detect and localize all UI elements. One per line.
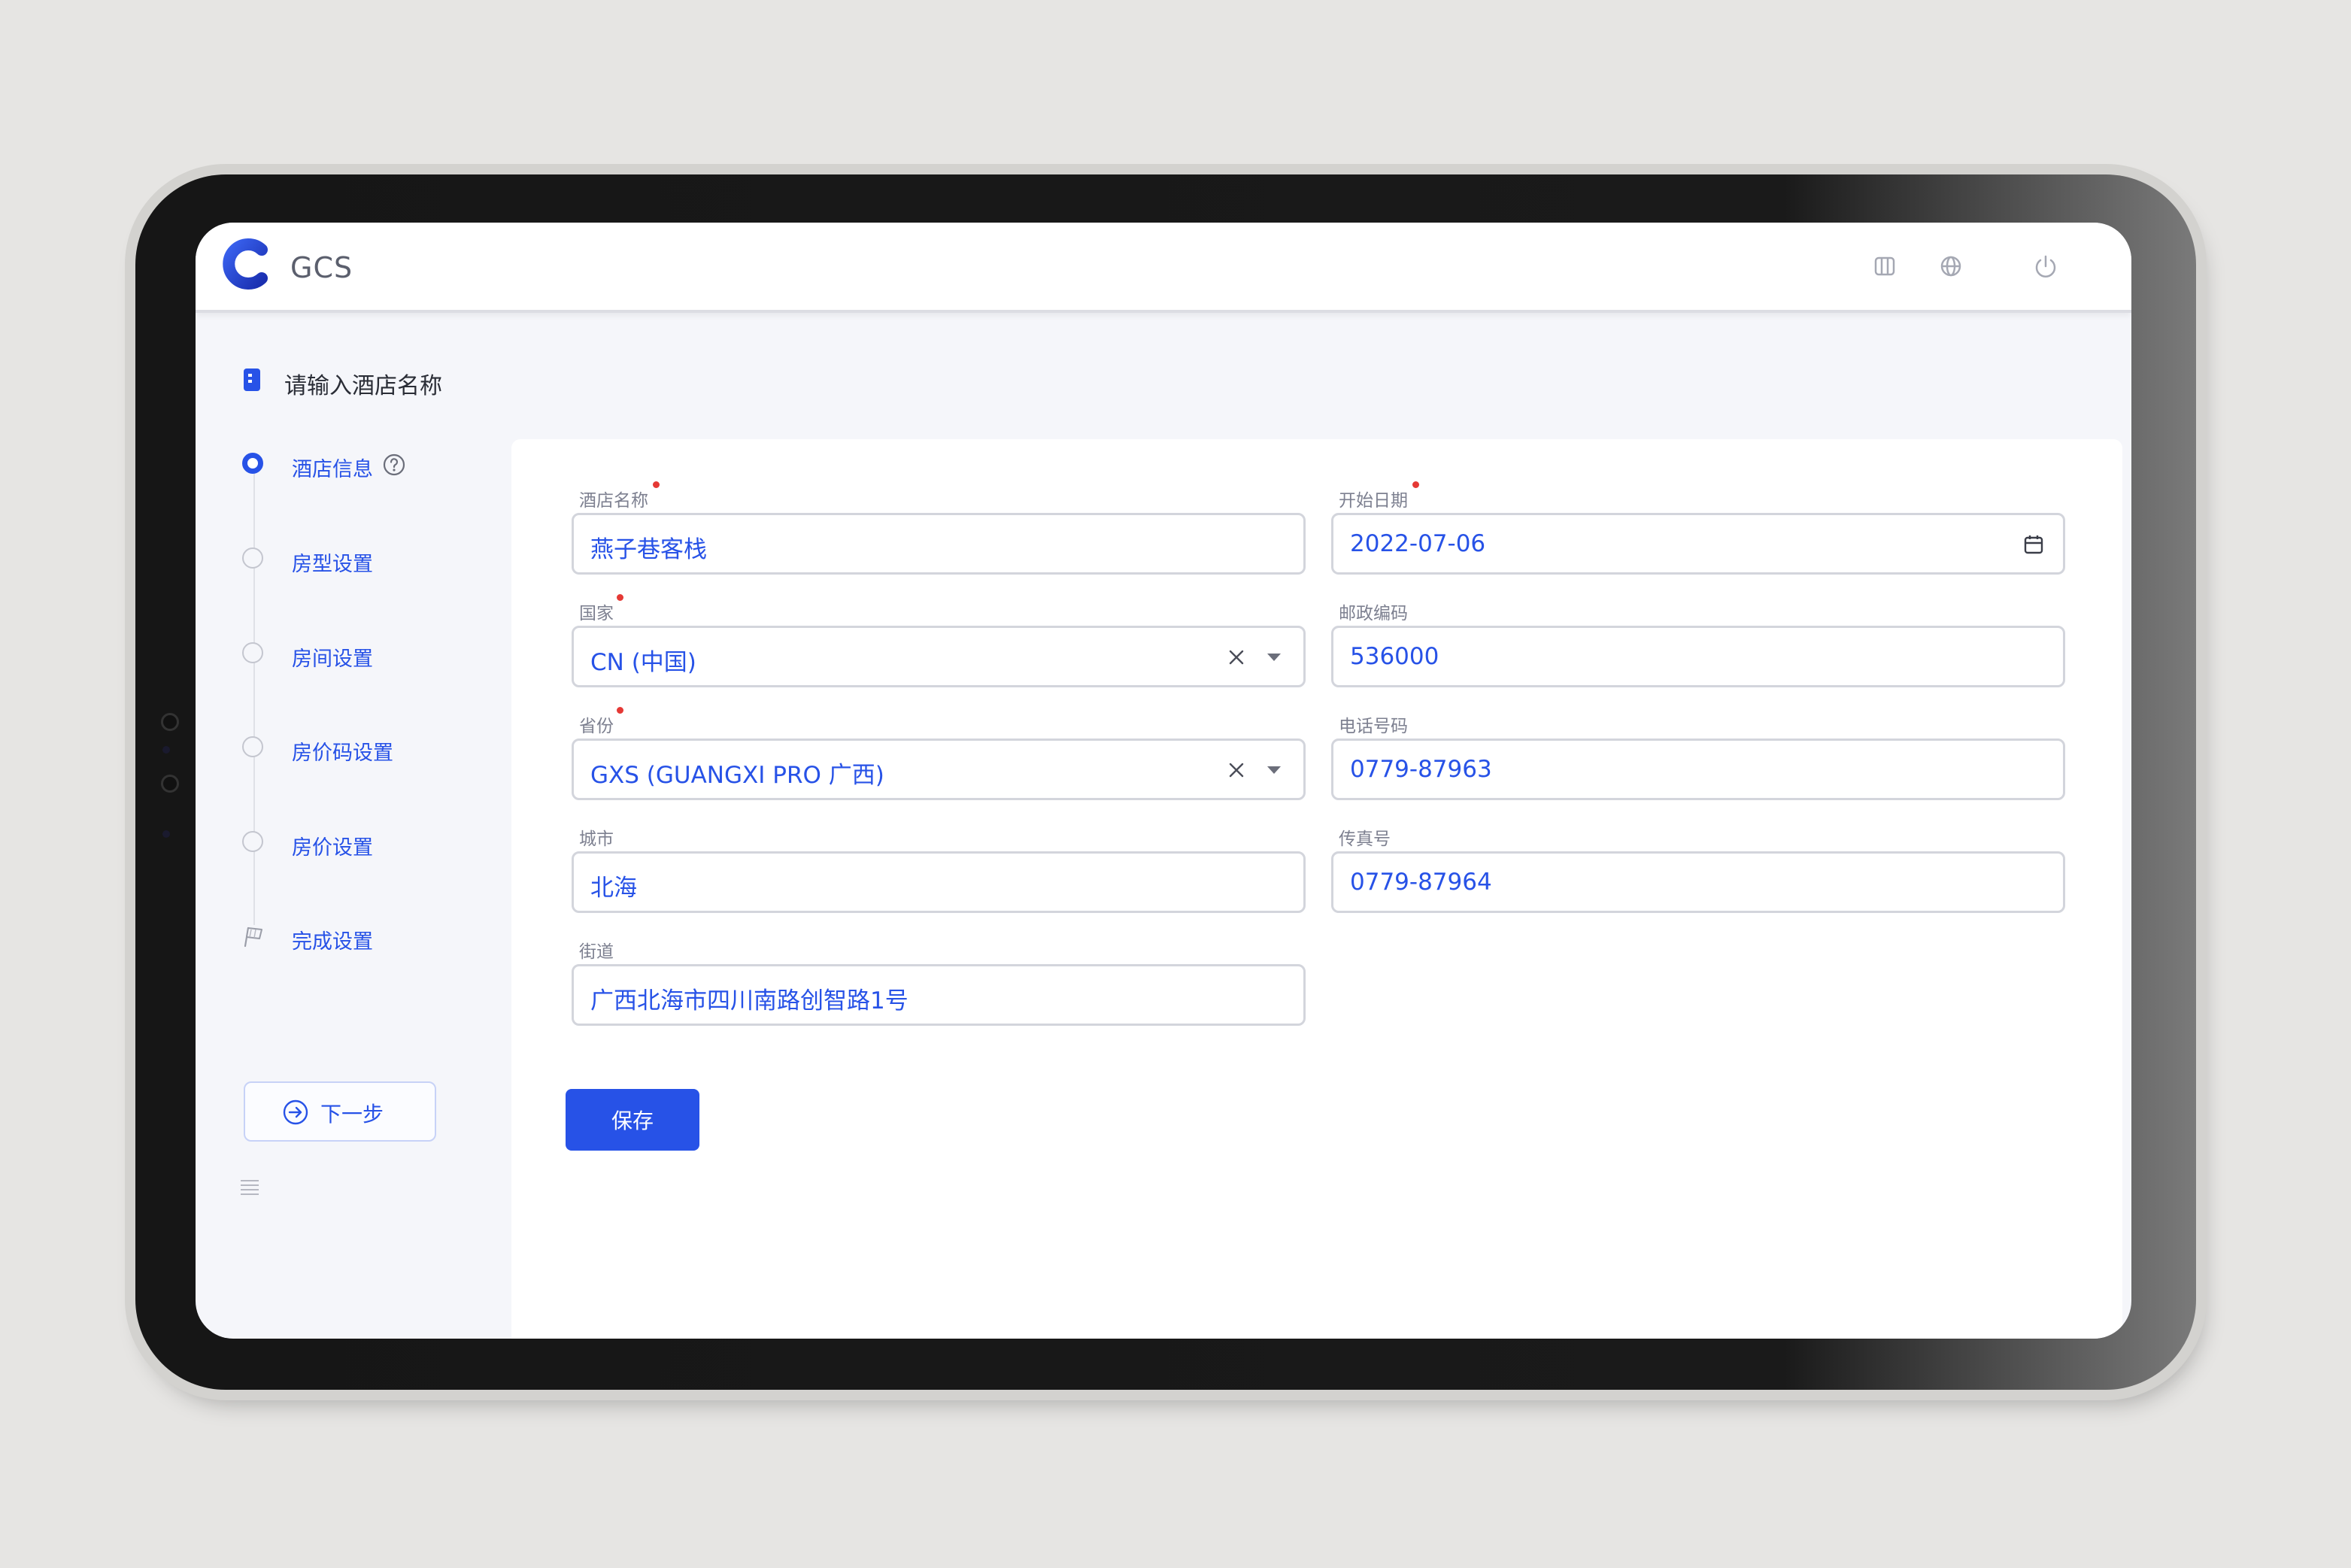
sensor-dot	[162, 746, 170, 754]
field-label: 城市	[579, 829, 614, 849]
chevron-down-icon[interactable]	[1267, 654, 1281, 661]
start-date-input[interactable]: 2022-07-06	[1331, 513, 2065, 575]
required-indicator	[617, 594, 623, 601]
step-pending-dot	[242, 547, 263, 569]
step-label: 酒店信息	[292, 458, 373, 481]
steps-connector	[253, 474, 255, 925]
city-input[interactable]: 北海	[572, 851, 1306, 913]
field-label: 电话号码	[1339, 717, 1408, 736]
gcs-logo-icon	[223, 238, 268, 290]
field-label: 开始日期	[1339, 491, 1408, 511]
input-value: 0779-87963	[1350, 756, 1492, 783]
step-label: 完成设置	[292, 930, 373, 954]
power-icon[interactable]	[2032, 253, 2059, 280]
step-label: 房间设置	[292, 648, 373, 671]
help-icon[interactable]	[382, 453, 406, 477]
sensor-dot	[162, 830, 170, 838]
province-select[interactable]: GXS (GUANGXI PRO 广西)	[572, 739, 1306, 800]
top-header: GCS	[196, 223, 2131, 313]
field-label: 酒店名称	[579, 491, 648, 511]
camera-dot	[161, 713, 179, 731]
select-value: GXS (GUANGXI PRO 广西)	[590, 762, 884, 789]
street-input[interactable]: 广西北海市四川南路创智路1号	[572, 964, 1306, 1026]
brand-name: GCS	[290, 251, 353, 284]
calendar-icon[interactable]	[2021, 532, 2046, 557]
flag-icon	[244, 927, 262, 948]
required-indicator	[653, 481, 660, 488]
field-label: 省份	[579, 717, 614, 736]
step-label: 房价设置	[292, 836, 373, 860]
input-value: 2022-07-06	[1350, 530, 1486, 557]
field-label: 邮政编码	[1339, 604, 1408, 623]
step-label: 房价码设置	[292, 742, 393, 765]
field-label: 街道	[579, 942, 614, 962]
menu-list-icon[interactable]	[238, 1176, 262, 1197]
chevron-down-icon[interactable]	[1267, 766, 1281, 774]
input-value: 燕子巷客栈	[590, 536, 707, 563]
step-active-dot	[242, 453, 263, 474]
step-pending-dot	[242, 642, 263, 663]
input-value: 广西北海市四川南路创智路1号	[590, 987, 909, 1014]
input-value: 0779-87964	[1350, 869, 1492, 896]
input-value: 536000	[1350, 643, 1439, 670]
save-button[interactable]: 保存	[566, 1089, 699, 1151]
next-step-label: 下一步	[320, 1102, 384, 1127]
globe-icon[interactable]	[1937, 253, 1964, 280]
tablet-frame: GCS 请输入酒店名称 酒店信息 房型设置 房间设置 房价码设置 房价设置 完成…	[135, 174, 2196, 1390]
app-screen: GCS 请输入酒店名称 酒店信息 房型设置 房间设置 房价码设置 房价设置 完成…	[196, 223, 2131, 1339]
country-select[interactable]: CN (中国)	[572, 626, 1306, 687]
step-pending-dot	[242, 736, 263, 757]
phone-input[interactable]: 0779-87963	[1331, 739, 2065, 800]
building-icon	[244, 368, 260, 391]
camera-dot	[161, 775, 179, 793]
field-label: 国家	[579, 604, 614, 623]
page-title: 请输入酒店名称	[284, 373, 442, 399]
required-indicator	[617, 707, 623, 714]
layout-columns-icon[interactable]	[1871, 253, 1898, 280]
fax-input[interactable]: 0779-87964	[1331, 851, 2065, 913]
step-label: 房型设置	[292, 553, 373, 576]
postal-code-input[interactable]: 536000	[1331, 626, 2065, 687]
step-pending-dot	[242, 831, 263, 852]
next-step-button[interactable]: 下一步	[244, 1081, 436, 1142]
required-indicator	[1412, 481, 1419, 488]
clear-icon[interactable]	[1224, 644, 1249, 670]
clear-icon[interactable]	[1224, 757, 1249, 783]
select-value: CN (中国)	[590, 649, 696, 676]
hotel-name-input[interactable]: 燕子巷客栈	[572, 513, 1306, 575]
field-label: 传真号	[1339, 829, 1391, 849]
hotel-info-form: 酒店名称 燕子巷客栈 开始日期 2022-07-06 国家 CN (中国) 邮政…	[511, 439, 2122, 1339]
arrow-right-circle-icon	[283, 1099, 308, 1125]
input-value: 北海	[590, 875, 637, 902]
